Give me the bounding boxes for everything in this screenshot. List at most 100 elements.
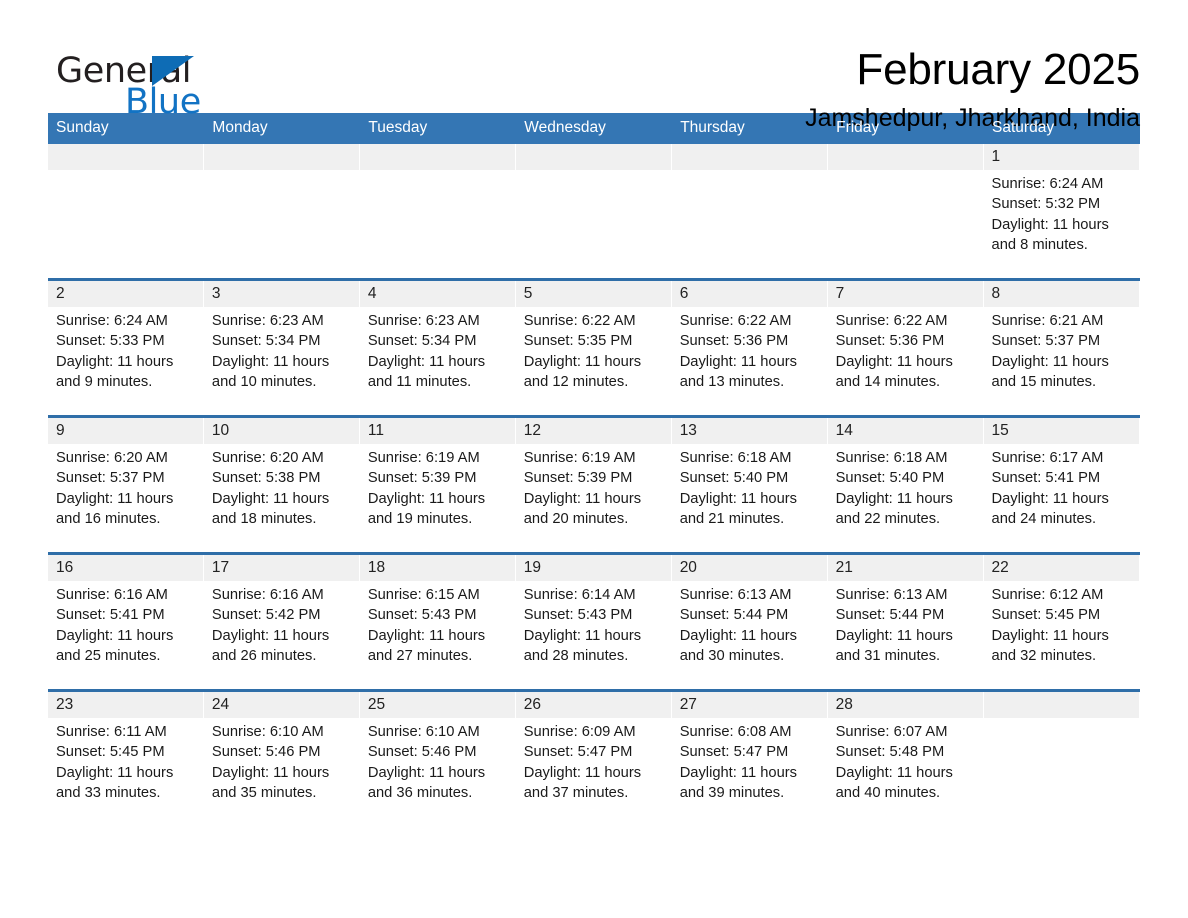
- day-cell-body: Sunrise: 6:19 AM Sunset: 5:39 PM Daylight:…: [516, 444, 672, 529]
- sunrise-time: Sunrise: 6:13 AM: [679, 587, 792, 603]
- day-cell-body: Sunrise: 6:13 AM Sunset: 5:44 PM Daylight:…: [828, 581, 984, 666]
- daylight-duration-line1: Daylight: 11 hours: [835, 490, 953, 507]
- sunset-time: Sunset: 5:46 PM: [211, 744, 321, 761]
- calendar-day-cell[interactable]: 2 Sunrise: 6:24 AM Sunset: 5:33 PM Daylight…: [48, 278, 204, 417]
- daylight-duration-line2: and 20 minutes.: [523, 510, 629, 527]
- calendar-day-cell[interactable]: 26 Sunrise: 6:09 AM Sunset: 5:47 PM Dayligh…: [515, 689, 672, 826]
- day-number-band: 17: [203, 555, 359, 581]
- daylight-duration-line1: Daylight: 11 hours: [56, 353, 174, 370]
- day-cell-body: Sunrise: 6:23 AM Sunset: 5:34 PM Daylight:…: [360, 307, 516, 392]
- day-number-band: [48, 144, 203, 170]
- daylight-duration-line2: and 37 minutes.: [523, 784, 629, 801]
- day-number: 18: [367, 559, 386, 576]
- generalblue-logo[interactable]: General Blue: [48, 44, 228, 124]
- day-cell-body: Sunrise: 6:22 AM Sunset: 5:36 PM Daylight:…: [828, 307, 984, 392]
- daylight-duration-line1: Daylight: 11 hours: [367, 490, 486, 507]
- calendar-day-cell[interactable]: 3 Sunrise: 6:23 AM Sunset: 5:34 PM Daylight…: [203, 278, 360, 417]
- daylight-duration-line2: and 19 minutes.: [367, 510, 473, 527]
- daylight-duration-line1: Daylight: 11 hours: [679, 353, 797, 370]
- sunrise-time: Sunrise: 6:10 AM: [367, 724, 480, 740]
- calendar-day-cell[interactable]: 21 Sunrise: 6:13 AM Sunset: 5:44 PM Dayligh…: [827, 552, 984, 691]
- calendar-day-cell[interactable]: 23 Sunrise: 6:11 AM Sunset: 5:45 PM Dayligh…: [48, 689, 204, 826]
- calendar-day-cell[interactable]: 8 Sunrise: 6:21 AM Sunset: 5:37 PM Daylight…: [983, 278, 1140, 417]
- calendar-day-cell[interactable]: 24 Sunrise: 6:10 AM Sunset: 5:46 PM Dayligh…: [203, 689, 360, 826]
- calendar-week-row: 2 Sunrise: 6:24 AM Sunset: 5:33 PM Daylight…: [48, 278, 1140, 417]
- daylight-duration-line1: Daylight: 11 hours: [679, 764, 797, 781]
- calendar-day-cell[interactable]: 10 Sunrise: 6:20 AM Sunset: 5:38 PM Dayligh…: [203, 415, 360, 554]
- calendar-day-cell[interactable]: 1 Sunrise: 6:24 AM Sunset: 5:32 PM Daylight…: [983, 144, 1140, 280]
- day-number-band: 9: [48, 418, 203, 444]
- day-cell-body: Sunrise: 6:09 AM Sunset: 5:47 PM Daylight:…: [516, 718, 672, 803]
- calendar-day-cell[interactable]: 6 Sunrise: 6:22 AM Sunset: 5:36 PM Daylight…: [671, 278, 828, 417]
- day-number-band: 27: [671, 692, 827, 718]
- day-cell-body: Sunrise: 6:21 AM Sunset: 5:37 PM Daylight:…: [984, 307, 1140, 392]
- sunset-time: Sunset: 5:43 PM: [367, 607, 477, 624]
- sunset-time: Sunset: 5:39 PM: [523, 470, 633, 487]
- calendar-day-cell[interactable]: 22 Sunrise: 6:12 AM Sunset: 5:45 PM Dayligh…: [983, 552, 1140, 691]
- sunset-time: Sunset: 5:36 PM: [835, 333, 945, 350]
- calendar-day-cell[interactable]: 16 Sunrise: 6:16 AM Sunset: 5:41 PM Dayligh…: [48, 552, 204, 691]
- sunrise-time: Sunrise: 6:19 AM: [367, 450, 480, 466]
- daylight-duration-line1: Daylight: 11 hours: [835, 764, 953, 781]
- daylight-duration-line2: and 35 minutes.: [211, 784, 317, 801]
- calendar-day-cell[interactable]: 12 Sunrise: 6:19 AM Sunset: 5:39 PM Dayligh…: [515, 415, 672, 554]
- sunset-time: Sunset: 5:40 PM: [679, 470, 789, 487]
- day-number: 16: [56, 559, 74, 576]
- calendar-day-cell[interactable]: 9 Sunrise: 6:20 AM Sunset: 5:37 PM Daylight…: [48, 415, 204, 554]
- day-cell-body: Sunrise: 6:17 AM Sunset: 5:41 PM Daylight:…: [984, 444, 1140, 529]
- calendar-day-cell[interactable]: 5 Sunrise: 6:22 AM Sunset: 5:35 PM Daylight…: [515, 278, 672, 417]
- calendar-day-cell[interactable]: 20 Sunrise: 6:13 AM Sunset: 5:44 PM Dayligh…: [671, 552, 828, 691]
- calendar-day-cell[interactable]: 19 Sunrise: 6:14 AM Sunset: 5:43 PM Dayligh…: [515, 552, 672, 691]
- calendar-day-cell[interactable]: 13 Sunrise: 6:18 AM Sunset: 5:40 PM Dayligh…: [671, 415, 828, 554]
- day-number-band: 13: [671, 418, 827, 444]
- calendar-day-cell[interactable]: 15 Sunrise: 6:17 AM Sunset: 5:41 PM Dayligh…: [983, 415, 1140, 554]
- calendar-day-cell[interactable]: 7 Sunrise: 6:22 AM Sunset: 5:36 PM Daylight…: [827, 278, 984, 417]
- daylight-duration-line1: Daylight: 11 hours: [991, 627, 1109, 644]
- daylight-duration-line2: and 11 minutes.: [367, 373, 472, 390]
- sunrise-time: Sunrise: 6:24 AM: [56, 313, 168, 329]
- calendar-week-row: 1 Sunrise: 6:24 AM Sunset: 5:32 PM Daylight…: [48, 144, 1140, 280]
- day-number-band: 12: [515, 418, 671, 444]
- calendar-day-cell[interactable]: 14 Sunrise: 6:18 AM Sunset: 5:40 PM Dayligh…: [827, 415, 984, 554]
- day-cell-body: Sunrise: 6:20 AM Sunset: 5:37 PM Daylight:…: [48, 444, 204, 529]
- day-cell-body: Sunrise: 6:08 AM Sunset: 5:47 PM Daylight:…: [672, 718, 828, 803]
- sunrise-time: Sunrise: 6:23 AM: [211, 313, 324, 329]
- calendar-day-cell[interactable]: 17 Sunrise: 6:16 AM Sunset: 5:42 PM Dayligh…: [203, 552, 360, 691]
- day-cell-body: Sunrise: 6:18 AM Sunset: 5:40 PM Daylight:…: [672, 444, 828, 529]
- day-number-band: 21: [827, 555, 983, 581]
- sunset-time: Sunset: 5:42 PM: [211, 607, 321, 624]
- daylight-duration-line1: Daylight: 11 hours: [991, 490, 1109, 507]
- daylight-duration-line2: and 18 minutes.: [211, 510, 317, 527]
- day-number-band: 4: [359, 281, 515, 307]
- sunrise-time: Sunrise: 6:16 AM: [211, 587, 324, 603]
- sunrise-time: Sunrise: 6:07 AM: [835, 724, 948, 740]
- day-number-band: 26: [515, 692, 671, 718]
- sunset-time: Sunset: 5:48 PM: [835, 744, 945, 761]
- day-number-band: 16: [48, 555, 203, 581]
- calendar-day-cell-empty: [983, 689, 1140, 826]
- day-number-band: 11: [359, 418, 515, 444]
- daylight-duration-line1: Daylight: 11 hours: [211, 764, 330, 781]
- calendar-day-cell[interactable]: 28 Sunrise: 6:07 AM Sunset: 5:48 PM Dayligh…: [827, 689, 984, 826]
- daylight-duration-line2: and 10 minutes.: [211, 373, 317, 390]
- calendar-day-cell[interactable]: 11 Sunrise: 6:19 AM Sunset: 5:39 PM Dayligh…: [359, 415, 516, 554]
- sunset-time: Sunset: 5:38 PM: [211, 470, 321, 487]
- calendar-day-cell[interactable]: 27 Sunrise: 6:08 AM Sunset: 5:47 PM Dayligh…: [671, 689, 828, 826]
- calendar-day-cell-empty: [515, 144, 672, 280]
- day-number-band: [515, 144, 671, 170]
- day-number: 28: [835, 696, 853, 713]
- day-number-band: 10: [203, 418, 359, 444]
- day-number: 26: [523, 696, 542, 713]
- daylight-duration-line1: Daylight: 11 hours: [523, 490, 642, 507]
- day-cell-body: Sunrise: 6:13 AM Sunset: 5:44 PM Daylight:…: [672, 581, 828, 666]
- day-number-band: 14: [827, 418, 983, 444]
- sunrise-time: Sunrise: 6:19 AM: [523, 450, 636, 466]
- calendar-day-cell[interactable]: 25 Sunrise: 6:10 AM Sunset: 5:46 PM Dayligh…: [359, 689, 516, 826]
- sunset-time: Sunset: 5:32 PM: [991, 196, 1101, 213]
- calendar-day-cell[interactable]: 18 Sunrise: 6:15 AM Sunset: 5:43 PM Dayligh…: [359, 552, 516, 691]
- calendar-day-cell[interactable]: 4 Sunrise: 6:23 AM Sunset: 5:34 PM Daylight…: [359, 278, 516, 417]
- daylight-duration-line1: Daylight: 11 hours: [211, 627, 330, 644]
- sunrise-time: Sunrise: 6:21 AM: [991, 313, 1104, 329]
- day-number: 19: [523, 559, 542, 576]
- daylight-duration-line1: Daylight: 11 hours: [367, 764, 486, 781]
